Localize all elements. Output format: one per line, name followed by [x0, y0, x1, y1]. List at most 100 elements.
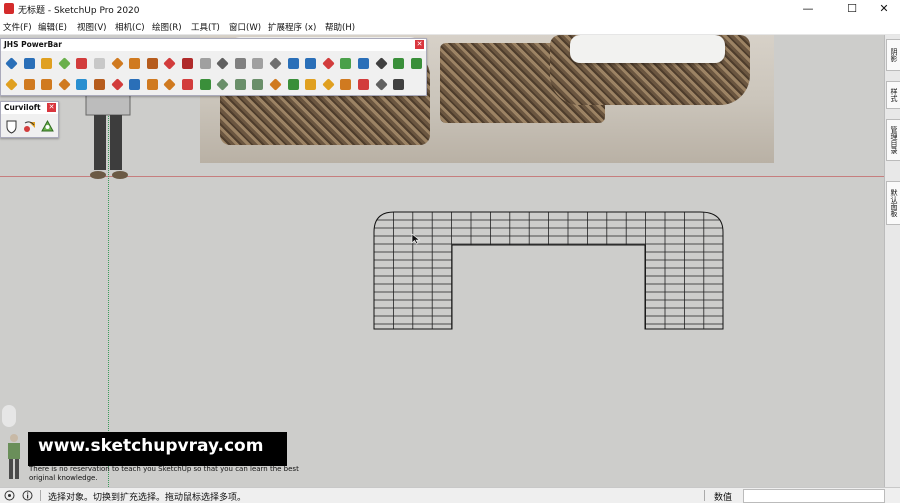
u-shape-grid-face[interactable] — [370, 210, 726, 330]
powerbar-tool-icon[interactable] — [250, 77, 265, 92]
measurements-input[interactable] — [743, 489, 885, 503]
curviloft-toolbar[interactable]: Curviloft ✕ — [0, 101, 59, 138]
powerbar-tool-icon[interactable] — [74, 56, 89, 71]
powerbar-tool-icon[interactable] — [127, 77, 142, 92]
curviloft-close-button[interactable]: ✕ — [47, 103, 56, 112]
powerbar-tool-icon[interactable] — [321, 56, 336, 71]
tab-shadows[interactable]: 阴影 — [886, 39, 900, 71]
powerbar-tool-icon[interactable] — [39, 56, 54, 71]
measurements-label: 数值 — [714, 493, 733, 503]
powerbar-tool-icon[interactable] — [74, 77, 89, 92]
powerbar-tool-icon[interactable] — [4, 56, 19, 71]
menu-edit[interactable]: 编辑(E) — [38, 21, 67, 33]
tool-glyph — [23, 58, 35, 69]
powerbar-tool-icon[interactable] — [215, 56, 230, 71]
powerbar-tool-icon[interactable] — [286, 56, 301, 71]
jhs-powerbar-title: JHS PowerBar — [1, 39, 426, 51]
model-viewport[interactable] — [0, 35, 884, 487]
tool-glyph — [182, 58, 193, 69]
scroll-oval — [2, 405, 16, 427]
tool-glyph — [252, 79, 264, 90]
grid-lines — [374, 212, 723, 329]
menu-view[interactable]: 视图(V) — [77, 21, 106, 33]
info-icon[interactable] — [22, 490, 33, 501]
powerbar-tool-icon[interactable] — [321, 77, 336, 92]
powerbar-tool-icon[interactable] — [286, 77, 301, 92]
powerbar-tool-icon[interactable] — [145, 56, 160, 71]
jhs-powerbar-close-button[interactable]: ✕ — [415, 40, 424, 49]
powerbar-tool-icon[interactable] — [180, 56, 195, 71]
powerbar-tool-icon[interactable] — [268, 56, 283, 71]
powerbar-tool-icon[interactable] — [39, 77, 54, 92]
tool-glyph — [76, 79, 88, 90]
tool-glyph — [110, 57, 124, 70]
powerbar-tool-icon[interactable] — [303, 77, 318, 92]
powerbar-tool-icon[interactable] — [409, 56, 424, 71]
menu-file[interactable]: 文件(F) — [3, 21, 32, 33]
tool-glyph — [393, 79, 405, 90]
powerbar-tool-icon[interactable] — [57, 56, 72, 71]
status-divider — [40, 490, 41, 501]
powerbar-tool-icon[interactable] — [162, 56, 177, 71]
menu-help[interactable]: 帮助(H) — [325, 21, 355, 33]
powerbar-tool-icon[interactable] — [92, 56, 107, 71]
powerbar-tool-icon[interactable] — [215, 77, 230, 92]
powerbar-tool-icon[interactable] — [22, 77, 37, 92]
tool-glyph — [234, 58, 246, 69]
watermark-caption: There is no reservation to teach you Ske… — [29, 465, 299, 482]
menu-draw[interactable]: 绘图(R) — [152, 21, 182, 33]
powerbar-tool-icon[interactable] — [303, 56, 318, 71]
tool-glyph — [163, 57, 177, 70]
powerbar-tool-icon[interactable] — [391, 56, 406, 71]
tool-glyph — [146, 58, 158, 69]
powerbar-tool-icon[interactable] — [391, 77, 406, 92]
powerbar-tool-icon[interactable] — [233, 56, 248, 71]
maximize-button[interactable]: ☐ — [834, 0, 870, 18]
powerbar-tool-icon[interactable] — [250, 56, 265, 71]
geo-location-icon[interactable] — [4, 490, 15, 501]
tab-outliner[interactable]: 管理目录 — [886, 119, 900, 161]
minimize-button[interactable]: — — [790, 0, 826, 18]
tab-default-tray[interactable]: 默认面板 — [886, 181, 900, 225]
powerbar-tool-icon[interactable] — [233, 77, 248, 92]
close-button[interactable]: ✕ — [866, 0, 900, 18]
jhs-powerbar-toolbar[interactable]: JHS PowerBar ✕ — [0, 38, 427, 96]
powerbar-tool-icon[interactable] — [22, 56, 37, 71]
tool-glyph — [146, 79, 158, 90]
powerbar-tool-icon[interactable] — [338, 77, 353, 92]
powerbar-tool-icon[interactable] — [268, 77, 283, 92]
powerbar-tool-icon[interactable] — [198, 56, 213, 71]
menu-window[interactable]: 窗口(W) — [229, 21, 261, 33]
powerbar-tool-icon[interactable] — [356, 77, 371, 92]
powerbar-tool-icon[interactable] — [374, 77, 389, 92]
tool-glyph — [199, 79, 211, 90]
shield-icon[interactable] — [4, 119, 19, 134]
loft-tool-icon[interactable] — [22, 119, 37, 134]
menu-tools[interactable]: 工具(T) — [191, 21, 220, 33]
powerbar-tool-icon[interactable] — [338, 56, 353, 71]
powerbar-tool-icon[interactable] — [4, 77, 19, 92]
powerbar-tool-icon[interactable] — [92, 77, 107, 92]
powerbar-tool-icon[interactable] — [374, 56, 389, 71]
sketchup-app-icon — [4, 3, 14, 14]
tab-styles[interactable]: 样式 — [886, 81, 900, 109]
tool-glyph — [305, 79, 317, 90]
powerbar-tool-icon[interactable] — [145, 77, 160, 92]
powerbar-tool-icon[interactable] — [180, 77, 195, 92]
skin-tool-icon[interactable] — [40, 119, 55, 134]
window-title: 无标题 - SketchUp Pro 2020 — [18, 6, 140, 16]
tool-glyph — [358, 58, 369, 69]
powerbar-tool-icon[interactable] — [110, 77, 125, 92]
powerbar-tool-icon[interactable] — [127, 56, 142, 71]
status-message: 选择对象。切换到扩充选择。拖动鼠标选择多项。 — [48, 493, 247, 503]
powerbar-tool-icon[interactable] — [162, 77, 177, 92]
measure-divider — [704, 490, 705, 501]
powerbar-tool-icon[interactable] — [57, 77, 72, 92]
powerbar-tool-icon[interactable] — [110, 56, 125, 71]
powerbar-tool-icon[interactable] — [356, 56, 371, 71]
menu-extensions[interactable]: 扩展程序 (x) — [268, 21, 316, 33]
tool-glyph — [110, 78, 124, 91]
tool-glyph — [252, 58, 264, 69]
powerbar-tool-icon[interactable] — [198, 77, 213, 92]
menu-camera[interactable]: 相机(C) — [115, 21, 145, 33]
